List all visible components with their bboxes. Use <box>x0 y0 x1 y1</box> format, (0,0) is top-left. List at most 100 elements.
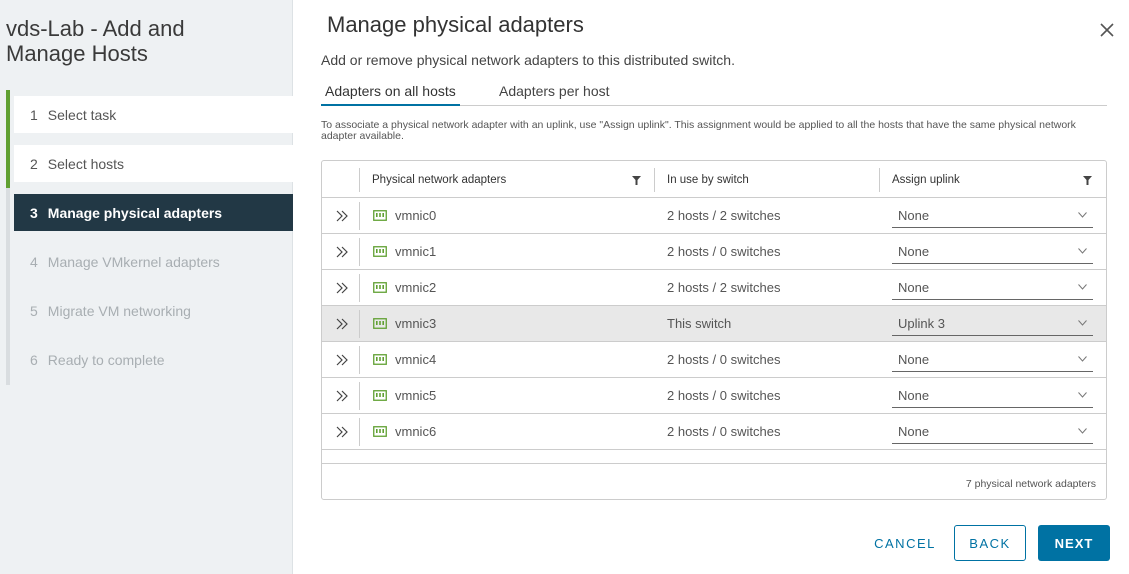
chevron-down-icon <box>1078 248 1087 254</box>
row-separator <box>359 238 360 266</box>
step-label: Migrate VM networking <box>47 302 191 319</box>
tab-adapters-on-all-hosts[interactable]: Adapters on all hosts <box>321 83 460 106</box>
uplink-value: None <box>898 424 930 439</box>
uplink-value: Uplink 3 <box>898 316 945 331</box>
expand-row-icon[interactable] <box>335 281 349 295</box>
table-row[interactable]: vmnic3 This switch Uplink 3 <box>322 306 1106 342</box>
page-title: Manage physical adapters <box>327 12 584 37</box>
chevron-down-icon <box>1078 212 1087 218</box>
assign-uplink-select[interactable]: Uplink 3 <box>892 312 1093 336</box>
cancel-button[interactable]: CANCEL <box>870 525 940 561</box>
in-use-by-switch: 2 hosts / 2 switches <box>667 280 781 295</box>
step-label: Manage VMkernel adapters <box>47 253 220 270</box>
uplink-value: None <box>898 388 930 403</box>
expand-row-icon[interactable] <box>335 389 349 403</box>
chevron-down-icon <box>1078 284 1087 290</box>
assign-uplink-note: To associate a physical network adapter … <box>321 119 1076 142</box>
step-label: Ready to complete <box>47 351 165 368</box>
step-label: Select task <box>47 106 117 123</box>
back-button[interactable]: BACK <box>954 525 1026 561</box>
adapter-name: vmnic5 <box>395 388 437 403</box>
filter-icon[interactable] <box>632 176 641 185</box>
column-header-in-use-by-switch[interactable]: In use by switch <box>655 161 749 198</box>
step-manage-vmkernel-adapters: 4 Manage VMkernel adapters <box>14 243 293 280</box>
physical-adapters-grid: Physical network adapters In use by swit… <box>321 160 1107 500</box>
assign-uplink-select[interactable]: None <box>892 384 1093 408</box>
table-row[interactable]: vmnic1 2 hosts / 0 switches None <box>322 234 1106 270</box>
step-number: 5 <box>30 302 38 319</box>
in-use-by-switch: 2 hosts / 0 switches <box>667 388 781 403</box>
row-separator <box>359 310 360 338</box>
wizard-sidebar: vds-Lab - Add and Manage Hosts 1 Select … <box>0 0 293 574</box>
page-subtitle: Add or remove physical network adapters … <box>321 52 735 68</box>
tab-bar: Adapters on all hosts Adapters per host <box>321 80 1107 106</box>
assign-uplink-select[interactable]: None <box>892 348 1093 372</box>
close-icon <box>1100 23 1114 37</box>
assign-uplink-select[interactable]: None <box>892 204 1093 228</box>
step-progress-rail <box>6 90 10 385</box>
in-use-by-switch: 2 hosts / 0 switches <box>667 352 781 367</box>
grid-footer: 7 physical network adapters <box>322 463 1106 500</box>
table-row[interactable]: vmnic0 2 hosts / 2 switches None <box>322 198 1106 234</box>
adapter-name: vmnic6 <box>395 424 437 439</box>
uplink-value: None <box>898 352 930 367</box>
tab-adapters-per-host[interactable]: Adapters per host <box>495 83 614 106</box>
assign-uplink-select[interactable]: None <box>892 276 1093 300</box>
adapter-name: vmnic3 <box>395 316 437 331</box>
network-adapter-icon <box>373 210 387 221</box>
step-label: Manage physical adapters <box>47 204 223 221</box>
network-adapter-icon <box>373 426 387 437</box>
wizard-dialog: vds-Lab - Add and Manage Hosts 1 Select … <box>0 0 1129 574</box>
network-adapter-icon <box>373 246 387 257</box>
adapter-name: vmnic4 <box>395 352 437 367</box>
table-row[interactable]: vmnic4 2 hosts / 0 switches None <box>322 342 1106 378</box>
table-row[interactable]: vmnic6 2 hosts / 0 switches None <box>322 414 1106 450</box>
step-manage-physical-adapters[interactable]: 3 Manage physical adapters <box>14 194 293 231</box>
step-migrate-vm-networking: 5 Migrate VM networking <box>14 292 293 329</box>
row-separator <box>359 346 360 374</box>
close-button[interactable] <box>1097 20 1117 40</box>
chevron-down-icon <box>1078 392 1087 398</box>
step-progress-done <box>6 90 10 188</box>
step-number: 2 <box>30 155 38 172</box>
table-row[interactable]: vmnic2 2 hosts / 2 switches None <box>322 270 1106 306</box>
step-select-hosts[interactable]: 2 Select hosts <box>14 145 293 182</box>
expand-row-icon[interactable] <box>335 209 349 223</box>
uplink-value: None <box>898 208 930 223</box>
assign-uplink-select[interactable]: None <box>892 240 1093 264</box>
expand-row-icon[interactable] <box>335 425 349 439</box>
expand-row-icon[interactable] <box>335 353 349 367</box>
uplink-value: None <box>898 244 930 259</box>
network-adapter-icon <box>373 282 387 293</box>
step-ready-to-complete: 6 Ready to complete <box>14 341 293 378</box>
main-panel: Manage physical adapters Add or remove p… <box>293 0 1129 574</box>
in-use-by-switch: 2 hosts / 2 switches <box>667 208 781 223</box>
chevron-down-icon <box>1078 428 1087 434</box>
step-number: 1 <box>30 106 38 123</box>
next-button[interactable]: NEXT <box>1038 525 1110 561</box>
step-number: 3 <box>30 204 38 221</box>
row-separator <box>359 382 360 410</box>
chevron-down-icon <box>1078 356 1087 362</box>
network-adapter-icon <box>373 318 387 329</box>
in-use-by-switch: This switch <box>667 316 732 331</box>
adapter-name: vmnic0 <box>395 208 437 223</box>
network-adapter-icon <box>373 390 387 401</box>
assign-uplink-select[interactable]: None <box>892 420 1093 444</box>
in-use-by-switch: 2 hosts / 0 switches <box>667 244 781 259</box>
column-header-assign-uplink[interactable]: Assign uplink <box>880 161 960 198</box>
expand-row-icon[interactable] <box>335 317 349 331</box>
in-use-by-switch: 2 hosts / 0 switches <box>667 424 781 439</box>
adapter-name: vmnic1 <box>395 244 437 259</box>
row-separator <box>359 274 360 302</box>
row-separator <box>359 418 360 446</box>
filter-icon[interactable] <box>1083 176 1092 185</box>
column-header-physical-adapters[interactable]: Physical network adapters <box>360 161 506 198</box>
step-select-task[interactable]: 1 Select task <box>14 96 293 133</box>
step-number: 6 <box>30 351 38 368</box>
network-adapter-icon <box>373 354 387 365</box>
wizard-title: vds-Lab - Add and Manage Hosts <box>6 16 185 66</box>
table-row[interactable]: vmnic5 2 hosts / 0 switches None <box>322 378 1106 414</box>
expand-row-icon[interactable] <box>335 245 349 259</box>
row-separator <box>359 202 360 230</box>
